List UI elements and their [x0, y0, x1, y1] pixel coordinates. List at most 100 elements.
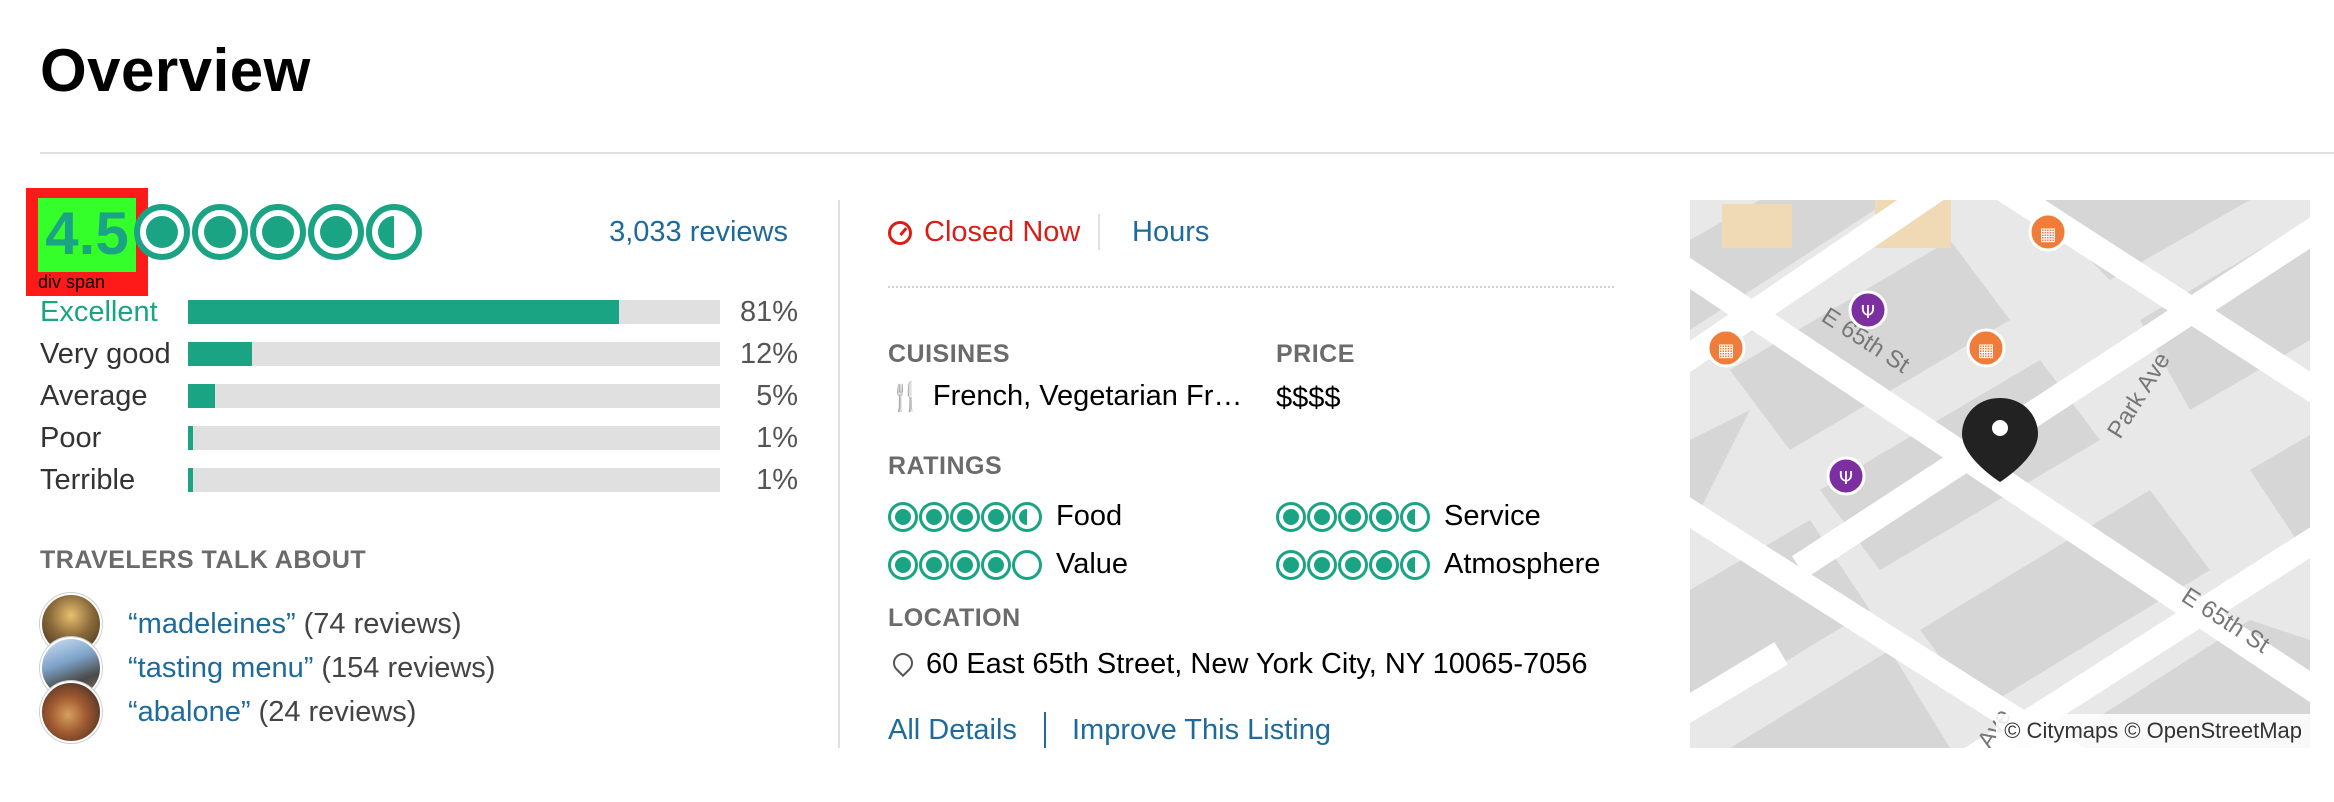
rating-row-label: Terrible	[40, 463, 136, 496]
rating-row-very-good[interactable]: Very good 12%	[40, 334, 800, 374]
rating-food-label: Food	[1056, 500, 1123, 532]
rating-value-label: Value	[1056, 548, 1129, 580]
rating-service: Service	[1276, 500, 1541, 533]
bubble-icon	[1369, 501, 1399, 532]
price-value: $$$$	[1276, 382, 1341, 414]
address: 60 East 65th Street, New York City, NY 1…	[892, 648, 1588, 681]
topic-link[interactable]: “madeleines”	[128, 608, 296, 641]
closed-status: Closed Now	[888, 216, 1080, 249]
improve-listing-link[interactable]: Improve This Listing	[1072, 714, 1331, 747]
rating-row-average[interactable]: Average 5%	[40, 376, 800, 416]
bubble-icon	[950, 501, 980, 532]
page-title: Overview	[40, 37, 311, 104]
food-bubbles	[888, 501, 1042, 532]
rating-bubble-icon	[134, 204, 190, 260]
travelers-heading: TRAVELERS TALK ABOUT	[40, 546, 367, 574]
fork-knife-icon: 🍴	[888, 381, 923, 412]
travel-topic-item[interactable]: “abalone” (24 reviews)	[40, 681, 417, 743]
hours-link[interactable]: Hours	[1132, 216, 1209, 249]
column-divider	[838, 200, 840, 748]
bubble-icon	[919, 501, 949, 532]
rating-score: 4.5	[45, 200, 129, 267]
bubble-icon	[981, 501, 1011, 532]
bubble-icon	[1276, 501, 1306, 532]
rating-food: Food	[888, 500, 1122, 533]
rating-row-label: Very good	[40, 337, 171, 370]
topic-link[interactable]: “tasting menu”	[128, 652, 313, 685]
rating-half-bubble-icon	[366, 204, 422, 260]
rating-bar	[188, 300, 720, 324]
half-bubble-icon	[1400, 549, 1430, 580]
separator	[1044, 712, 1046, 748]
travel-topic-item[interactable]: “tasting menu” (154 reviews)	[40, 637, 496, 699]
debug-label: div span	[38, 272, 106, 292]
rating-row-poor[interactable]: Poor 1%	[40, 418, 800, 458]
rating-value: Value	[888, 548, 1128, 581]
atmosphere-bubbles	[1276, 549, 1430, 580]
cuisines-value: French, Vegetarian Fr…	[932, 380, 1243, 412]
svg-text:▦: ▦	[1977, 340, 1994, 361]
attraction-marker-icon: ▦	[1706, 328, 1746, 368]
all-details-link[interactable]: All Details	[888, 714, 1017, 747]
rating-service-label: Service	[1444, 500, 1541, 532]
topic-thumbnail	[40, 681, 102, 743]
bubble-icon	[981, 549, 1011, 580]
rating-row-terrible[interactable]: Terrible 1%	[40, 460, 800, 500]
rating-row-excellent[interactable]: Excellent 81%	[40, 292, 800, 332]
rating-row-percent: 1%	[756, 463, 798, 496]
svg-text:▦: ▦	[2039, 224, 2056, 245]
restaurant-marker-icon: Ψ	[1848, 290, 1888, 330]
bubble-icon	[1369, 549, 1399, 580]
map-attribution: © Citymaps © OpenStreetMap	[1996, 714, 2310, 748]
rating-row-label: Poor	[40, 421, 102, 454]
service-bubbles	[1276, 501, 1430, 532]
rating-bar	[188, 468, 720, 492]
bubble-icon	[1307, 501, 1337, 532]
rating-row-label: Excellent	[40, 295, 158, 328]
price-heading: PRICE	[1276, 340, 1355, 368]
half-bubble-icon	[1400, 501, 1430, 532]
topic-link[interactable]: “abalone”	[128, 696, 251, 729]
cuisines: 🍴 French, Vegetarian Fr…	[888, 380, 1242, 413]
rating-bubble-icon	[308, 204, 364, 260]
rating-bar-fill	[188, 300, 619, 324]
rating-row-percent: 81%	[739, 295, 798, 328]
clock-icon	[888, 220, 912, 245]
value-bubbles	[888, 549, 1042, 580]
rating-bubble-icon	[192, 204, 248, 260]
map[interactable]: E 65th St Park Ave E 65th St Ave ▦ ▦ ▦ Ψ…	[1690, 200, 2310, 748]
closed-label: Closed Now	[924, 216, 1081, 248]
location-pin-icon	[892, 653, 910, 677]
rating-row-percent: 1%	[756, 421, 798, 454]
travel-topic-item[interactable]: “madeleines” (74 reviews)	[40, 593, 462, 655]
svg-text:Ψ: Ψ	[1839, 468, 1853, 489]
rating-bar-fill	[188, 468, 194, 492]
bubble-icon	[1276, 549, 1306, 580]
empty-bubble-icon	[1012, 549, 1042, 580]
rating-bar-fill	[188, 384, 215, 408]
attraction-marker-icon: ▦	[1966, 328, 2006, 368]
topic-count: (154 reviews)	[321, 651, 496, 684]
rating-row-percent: 5%	[756, 379, 798, 412]
topic-count: (24 reviews)	[258, 695, 417, 728]
map-canvas: E 65th St Park Ave E 65th St Ave ▦ ▦ ▦ Ψ…	[1690, 200, 2310, 748]
rating-atmosphere-label: Atmosphere	[1444, 548, 1601, 580]
bubble-icon	[1338, 549, 1368, 580]
divider	[40, 152, 2334, 154]
rating-atmosphere: Atmosphere	[1276, 548, 1600, 581]
rating-bar-fill	[188, 342, 252, 366]
bubble-icon	[888, 501, 918, 532]
bubble-icon	[1338, 501, 1368, 532]
bubble-icon	[919, 549, 949, 580]
reviews-link[interactable]: 3,033 reviews	[609, 216, 788, 249]
address-value: 60 East 65th Street, New York City, NY 1…	[926, 648, 1588, 680]
topic-count: (74 reviews)	[303, 607, 462, 640]
rating-bar	[188, 342, 720, 366]
half-bubble-icon	[1012, 501, 1042, 532]
svg-text:▦: ▦	[1717, 340, 1734, 361]
bubble-icon	[950, 549, 980, 580]
rating-bubble-icon	[250, 204, 306, 260]
attraction-marker-icon: ▦	[2028, 212, 2068, 252]
rating-bubbles	[134, 204, 422, 260]
ratings-heading: RATINGS	[888, 452, 1003, 480]
